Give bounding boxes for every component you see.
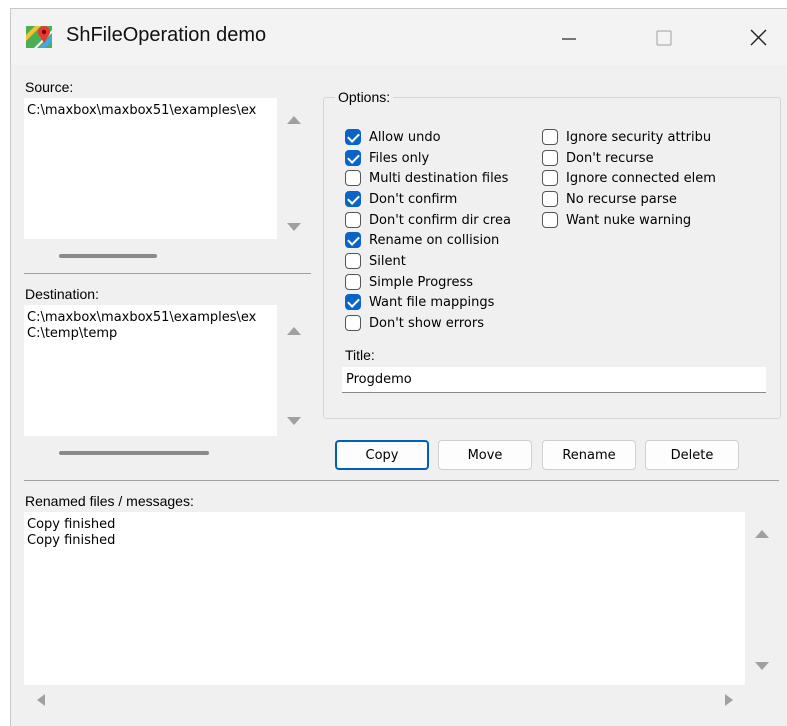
source-vscrollbar[interactable] xyxy=(277,98,311,273)
checkbox-box[interactable] xyxy=(345,191,361,207)
messages-label: Renamed files / messages: xyxy=(25,493,194,509)
splitter[interactable] xyxy=(24,480,779,481)
checkbox-label: Rename on collision xyxy=(369,233,500,248)
checkbox-multi-destination-files[interactable]: Multi destination files xyxy=(345,169,525,189)
checkbox-box[interactable] xyxy=(345,129,361,145)
scroll-up-icon[interactable] xyxy=(755,530,769,538)
destination-vscrollbar[interactable] xyxy=(277,305,311,470)
options-label: Options: xyxy=(335,89,394,105)
checkbox-label: No recurse parse xyxy=(566,192,677,207)
checkbox-ignore-security-attributes[interactable]: Ignore security attribu xyxy=(542,128,737,148)
hscroll-thumb[interactable] xyxy=(59,254,157,258)
checkbox-label: Want file mappings xyxy=(369,295,495,310)
checkbox-label: Ignore security attribu xyxy=(566,130,712,145)
checkbox-silent[interactable]: Silent xyxy=(345,252,525,272)
checkbox-box[interactable] xyxy=(345,315,361,331)
checkbox-dont-confirm-dir-create[interactable]: Don't confirm dir crea xyxy=(345,211,525,231)
checkbox-label: Allow undo xyxy=(369,130,441,145)
checkbox-label: Want nuke warning xyxy=(566,213,692,228)
delete-button[interactable]: Delete xyxy=(645,440,739,470)
checkbox-rename-on-collision[interactable]: Rename on collision xyxy=(345,231,525,251)
checkbox-label: Silent xyxy=(369,254,406,269)
destination-hscrollbar[interactable] xyxy=(24,436,277,470)
checkbox-box[interactable] xyxy=(345,294,361,310)
map-app-icon xyxy=(26,26,52,48)
checkbox-no-recurse-parse[interactable]: No recurse parse xyxy=(542,190,737,210)
scroll-up-icon[interactable] xyxy=(287,116,301,124)
checkbox-simple-progress[interactable]: Simple Progress xyxy=(345,273,525,293)
checkbox-want-nuke-warning[interactable]: Want nuke warning xyxy=(542,211,737,231)
checkbox-label: Don't show errors xyxy=(369,316,484,331)
checkbox-box[interactable] xyxy=(542,150,558,166)
checkbox-ignore-connected-elements[interactable]: Ignore connected elem xyxy=(542,169,737,189)
minimize-button[interactable] xyxy=(540,9,598,65)
source-label: Source: xyxy=(25,79,74,95)
checkbox-label: Simple Progress xyxy=(369,275,473,290)
title-bar[interactable]: ShFileOperation demo xyxy=(11,9,787,65)
checkbox-dont-show-errors[interactable]: Don't show errors xyxy=(345,314,525,334)
checkbox-box[interactable] xyxy=(345,170,361,186)
checkbox-box[interactable] xyxy=(345,274,361,290)
checkbox-box[interactable] xyxy=(345,150,361,166)
title-field-label: Title: xyxy=(345,347,375,363)
scroll-down-icon[interactable] xyxy=(755,662,769,670)
messages-text: Copy finished Copy finished xyxy=(27,517,116,548)
splitter[interactable] xyxy=(24,273,311,274)
source-memo[interactable]: C:\maxbox\maxbox51\examples\ex xyxy=(24,98,311,273)
messages-vscrollbar[interactable] xyxy=(745,512,779,715)
destination-text: C:\maxbox\maxbox51\examples\ex C:\temp\t… xyxy=(27,310,257,341)
scroll-down-icon[interactable] xyxy=(287,417,301,425)
checkbox-label: Multi destination files xyxy=(369,171,509,186)
title-input[interactable] xyxy=(342,367,766,392)
checkbox-box[interactable] xyxy=(345,212,361,228)
main-window: ShFileOperation demo Source: C:\maxbox\m… xyxy=(10,8,787,726)
checkbox-box[interactable] xyxy=(542,129,558,145)
source-text: C:\maxbox\maxbox51\examples\ex xyxy=(27,103,257,118)
checkbox-label: Don't recurse xyxy=(566,151,654,166)
messages-hscrollbar[interactable] xyxy=(24,685,745,715)
hscroll-thumb[interactable] xyxy=(59,451,209,455)
checkbox-label: Don't confirm xyxy=(369,192,458,207)
title-input-wrapper[interactable] xyxy=(342,367,766,393)
close-button[interactable] xyxy=(729,9,787,65)
checkbox-box[interactable] xyxy=(345,232,361,248)
checkbox-dont-recurse[interactable]: Don't recurse xyxy=(542,149,737,169)
checkbox-allow-undo[interactable]: Allow undo xyxy=(345,128,525,148)
maximize-button[interactable] xyxy=(635,9,693,65)
close-icon xyxy=(750,29,767,46)
destination-label: Destination: xyxy=(25,286,99,302)
window-title: ShFileOperation demo xyxy=(66,24,267,46)
rename-button[interactable]: Rename xyxy=(542,440,636,470)
messages-memo[interactable]: Copy finished Copy finished xyxy=(24,512,779,715)
checkbox-files-only[interactable]: Files only xyxy=(345,149,525,169)
checkbox-label: Don't confirm dir crea xyxy=(369,213,511,228)
move-button[interactable]: Move xyxy=(438,440,532,470)
checkbox-box[interactable] xyxy=(542,191,558,207)
checkbox-box[interactable] xyxy=(542,212,558,228)
destination-memo[interactable]: C:\maxbox\maxbox51\examples\ex C:\temp\t… xyxy=(24,305,311,470)
checkbox-box[interactable] xyxy=(542,170,558,186)
maximize-icon xyxy=(656,30,672,46)
copy-button[interactable]: Copy xyxy=(335,440,429,470)
checkbox-label: Files only xyxy=(369,151,430,166)
scroll-up-icon[interactable] xyxy=(287,327,301,335)
scroll-left-icon[interactable] xyxy=(37,694,45,706)
checkbox-dont-confirm[interactable]: Don't confirm xyxy=(345,190,525,210)
checkbox-label: Ignore connected elem xyxy=(566,171,716,186)
checkbox-box[interactable] xyxy=(345,253,361,269)
scroll-down-icon[interactable] xyxy=(287,223,301,231)
scroll-right-icon[interactable] xyxy=(725,694,733,706)
source-hscrollbar[interactable] xyxy=(24,239,277,273)
checkbox-want-file-mappings[interactable]: Want file mappings xyxy=(345,293,525,313)
minimize-icon xyxy=(562,38,576,40)
